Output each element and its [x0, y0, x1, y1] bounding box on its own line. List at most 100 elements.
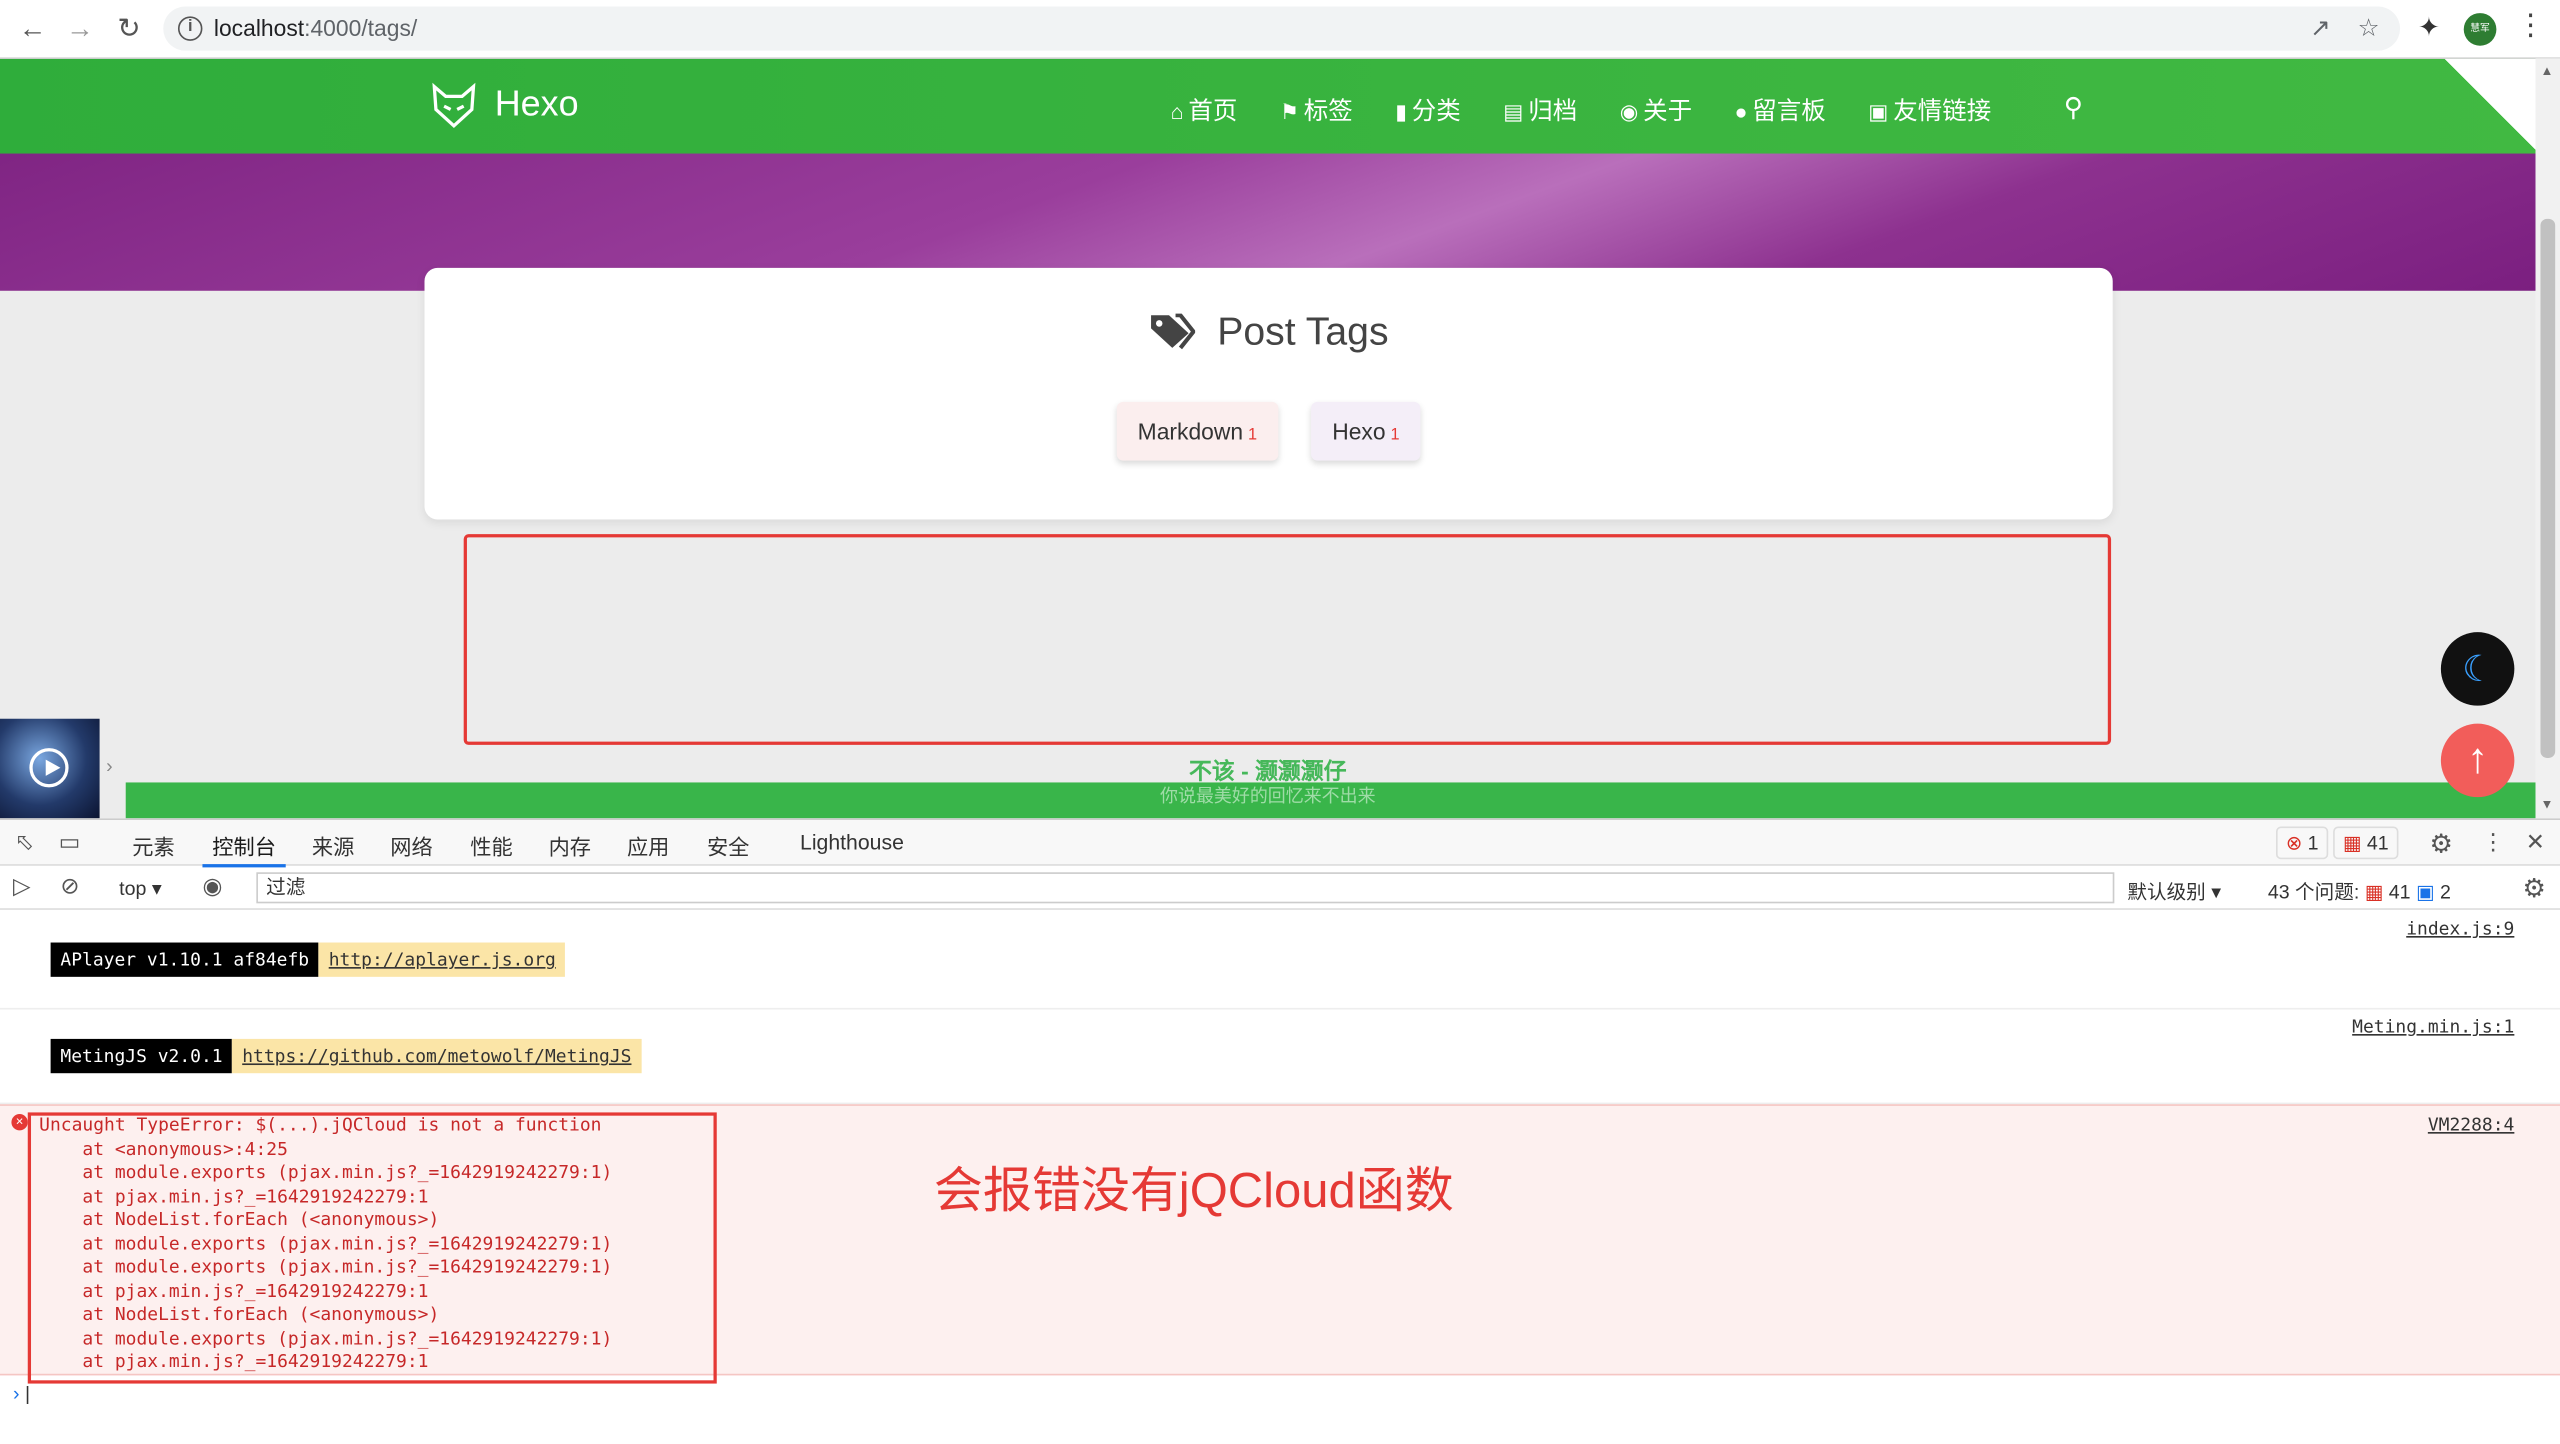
- error-count-badge[interactable]: ⊗ 1: [2275, 826, 2329, 860]
- empty-tagcloud-highlight: [463, 534, 2112, 745]
- devtools-tab[interactable]: 内存: [549, 830, 591, 861]
- sidebar-toggle-icon[interactable]: ▷: [13, 872, 31, 900]
- tags-card: Post Tags Markdown 1 Hexo 1: [424, 267, 2113, 520]
- devtools-tab[interactable]: 应用: [627, 830, 669, 861]
- scroll-down-icon[interactable]: ▼: [2540, 797, 2553, 812]
- settings-gear-icon[interactable]: ⚙: [2429, 828, 2452, 861]
- tag-count: 1: [1248, 426, 1258, 445]
- menu-item-6[interactable]: ▣ 友情链接: [1868, 93, 1991, 127]
- comments-icon: ●: [1734, 99, 1748, 125]
- lyric-subtitle: 你说最美好的回忆来不出来: [1160, 787, 1376, 807]
- menu-item-5[interactable]: ● 留言板: [1735, 93, 1826, 127]
- scrollbar-thumb[interactable]: [2540, 218, 2556, 758]
- menu-item-label: 关于: [1643, 98, 1693, 126]
- browser-toolbar: ← → ↻ i localhost:4000/tags/ ↗ ☆ ✦ 慧军 ⋮: [0, 0, 2560, 59]
- forward-arrow-icon[interactable]: →: [60, 10, 99, 49]
- tag-name: Hexo: [1332, 418, 1386, 445]
- devtools-tab[interactable]: 元素: [132, 830, 174, 861]
- close-devtools-icon[interactable]: ✕: [2526, 828, 2545, 856]
- log-source-link[interactable]: Meting.min.js:1: [2352, 1016, 2514, 1037]
- warning-count-badge[interactable]: ▦ 41: [2333, 826, 2399, 860]
- home-icon: ⌂: [1170, 99, 1184, 125]
- page-scrollbar[interactable]: ▲ ▼: [2535, 58, 2560, 819]
- address-bar[interactable]: i localhost:4000/tags/ ↗ ☆: [163, 6, 2401, 51]
- tag-chip[interactable]: Hexo 1: [1310, 401, 1421, 461]
- inspect-element-icon[interactable]: ⬁: [15, 828, 34, 856]
- tag-list: Markdown 1 Hexo 1: [425, 401, 2113, 461]
- tags-icon: ⚑: [1279, 99, 1299, 125]
- log-levels-select[interactable]: 默认级别 ▾: [2127, 877, 2221, 905]
- site-navbar: Hexo ⌂ 首页 ⚑ 标签 ▮ 分类 ▤ 归档 ◉ 关于 ● 留言板 ▣ 友情链接 ⚲: [0, 58, 2536, 154]
- browser-menu-icon[interactable]: ⋮: [2516, 8, 2545, 42]
- menu-item-3[interactable]: ▤ 归档: [1503, 93, 1577, 127]
- reload-icon[interactable]: ↻: [109, 10, 148, 49]
- error-icon: ×: [11, 1114, 28, 1131]
- menu-item-0[interactable]: ⌂ 首页: [1171, 93, 1238, 127]
- avatar[interactable]: 慧军: [2463, 13, 2497, 46]
- menu-item-label: 首页: [1188, 98, 1238, 126]
- log-source-link[interactable]: index.js:9: [2406, 918, 2514, 939]
- menu-item-label: 分类: [1411, 98, 1461, 126]
- back-arrow-icon[interactable]: ←: [13, 10, 52, 49]
- devtools-tabbar: ⬁ ▭ 元素 控制台 来源 网络 性能 内存 应用 安全 Lighthouse ⊗ 1 ▦ 41…: [0, 820, 2560, 868]
- tag-chip[interactable]: Markdown 1: [1116, 401, 1279, 461]
- console-prompt[interactable]: › |: [13, 1382, 30, 1405]
- devtools-tab[interactable]: 性能: [470, 830, 512, 861]
- site-logo[interactable]: Hexo: [429, 82, 579, 131]
- menu-item-1[interactable]: ⚑ 标签: [1280, 93, 1353, 127]
- devtools-tab[interactable]: Lighthouse: [800, 830, 904, 855]
- console-log-entry: index.js:9 APlayer v1.10.1 af84efb http:/…: [0, 911, 2560, 1010]
- devtools-tab[interactable]: 控制台: [202, 830, 286, 868]
- log-message: MetingJS v2.0.1 https://github.com/metowo…: [50, 1038, 642, 1074]
- search-icon[interactable]: ⚲: [2064, 91, 2083, 124]
- devtools-tab[interactable]: 安全: [707, 830, 749, 861]
- devtools-tab[interactable]: 来源: [312, 830, 354, 861]
- scroll-up-icon[interactable]: ▲: [2540, 64, 2553, 79]
- console-toolbar: ▷ ⊘ top ▾ ◉ 过滤 默认级别 ▾ 43 个问题: ▦ 41 ▣ 2 ⚙: [0, 866, 2560, 910]
- site-info-icon[interactable]: i: [177, 16, 203, 41]
- moon-icon: ☾: [2462, 648, 2495, 690]
- back-to-top-button[interactable]: ↑: [2440, 723, 2515, 798]
- devtools-panel: ⬁ ▭ 元素 控制台 来源 网络 性能 内存 应用 安全 Lighthouse ⊗ 1 ▦ 41…: [0, 818, 2560, 1444]
- main-menu: ⌂ 首页 ⚑ 标签 ▮ 分类 ▤ 归档 ◉ 关于 ● 留言板 ▣ 友情链接: [1171, 93, 2034, 127]
- extensions-icon[interactable]: ✦: [2418, 11, 2440, 44]
- annotation-text: 会报错没有jQCloud函数: [933, 1164, 1454, 1219]
- menu-item-2[interactable]: ▮ 分类: [1395, 93, 1461, 127]
- menu-item-label: 归档: [1528, 98, 1578, 126]
- console-settings-icon[interactable]: ⚙: [2523, 872, 2546, 905]
- page-title: Post Tags: [425, 310, 2113, 356]
- address-book-icon: ▣: [1868, 99, 1889, 125]
- issues-counter[interactable]: 43 个问题: ▦ 41 ▣ 2: [2268, 877, 2451, 905]
- bookmark-star-icon[interactable]: ☆: [2358, 13, 2380, 43]
- console-log-entry: Meting.min.js:1 MetingJS v2.0.1 https://g…: [0, 1010, 2560, 1105]
- bookmark-icon: ▮: [1395, 99, 1407, 125]
- archive-icon: ▤: [1503, 99, 1524, 125]
- eye-icon[interactable]: ◉: [202, 872, 222, 900]
- tag-count: 1: [1390, 426, 1400, 445]
- user-circle-icon: ◉: [1619, 99, 1639, 125]
- console-filter-input[interactable]: 过滤: [256, 872, 2115, 904]
- menu-item-label: 友情链接: [1893, 98, 1992, 126]
- share-icon[interactable]: ↗: [2310, 13, 2331, 43]
- log-link[interactable]: https://github.com/metowolf/MetingJS: [232, 1038, 642, 1074]
- url-text: localhost:4000/tags/: [213, 14, 418, 41]
- dark-mode-button[interactable]: ☾: [2440, 632, 2515, 706]
- clear-console-icon[interactable]: ⊘: [60, 872, 79, 900]
- fox-logo-icon: [432, 82, 476, 128]
- error-highlight-box: [27, 1112, 717, 1384]
- log-message: APlayer v1.10.1 af84efb http://aplayer.js…: [50, 942, 566, 977]
- error-source-link[interactable]: VM2288:4: [2428, 1114, 2515, 1135]
- menu-item-4[interactable]: ◉ 关于: [1620, 93, 1692, 127]
- page-viewport: Hexo ⌂ 首页 ⚑ 标签 ▮ 分类 ▤ 归档 ◉ 关于 ● 留言板 ▣ 友情链接 ⚲ Post Tag…: [0, 58, 2536, 819]
- menu-item-label: 留言板: [1752, 98, 1826, 126]
- device-toolbar-icon[interactable]: ▭: [59, 828, 81, 856]
- context-select[interactable]: top ▾: [119, 877, 162, 900]
- menu-item-label: 标签: [1303, 98, 1353, 126]
- more-options-icon[interactable]: ⋮: [2482, 828, 2505, 856]
- tags-icon: [1150, 313, 1195, 350]
- log-link[interactable]: http://aplayer.js.org: [318, 942, 566, 977]
- tag-name: Markdown: [1137, 418, 1244, 445]
- devtools-tab[interactable]: 网络: [390, 830, 432, 861]
- github-corner[interactable]: [2440, 58, 2536, 154]
- brand-name: Hexo: [494, 83, 579, 124]
